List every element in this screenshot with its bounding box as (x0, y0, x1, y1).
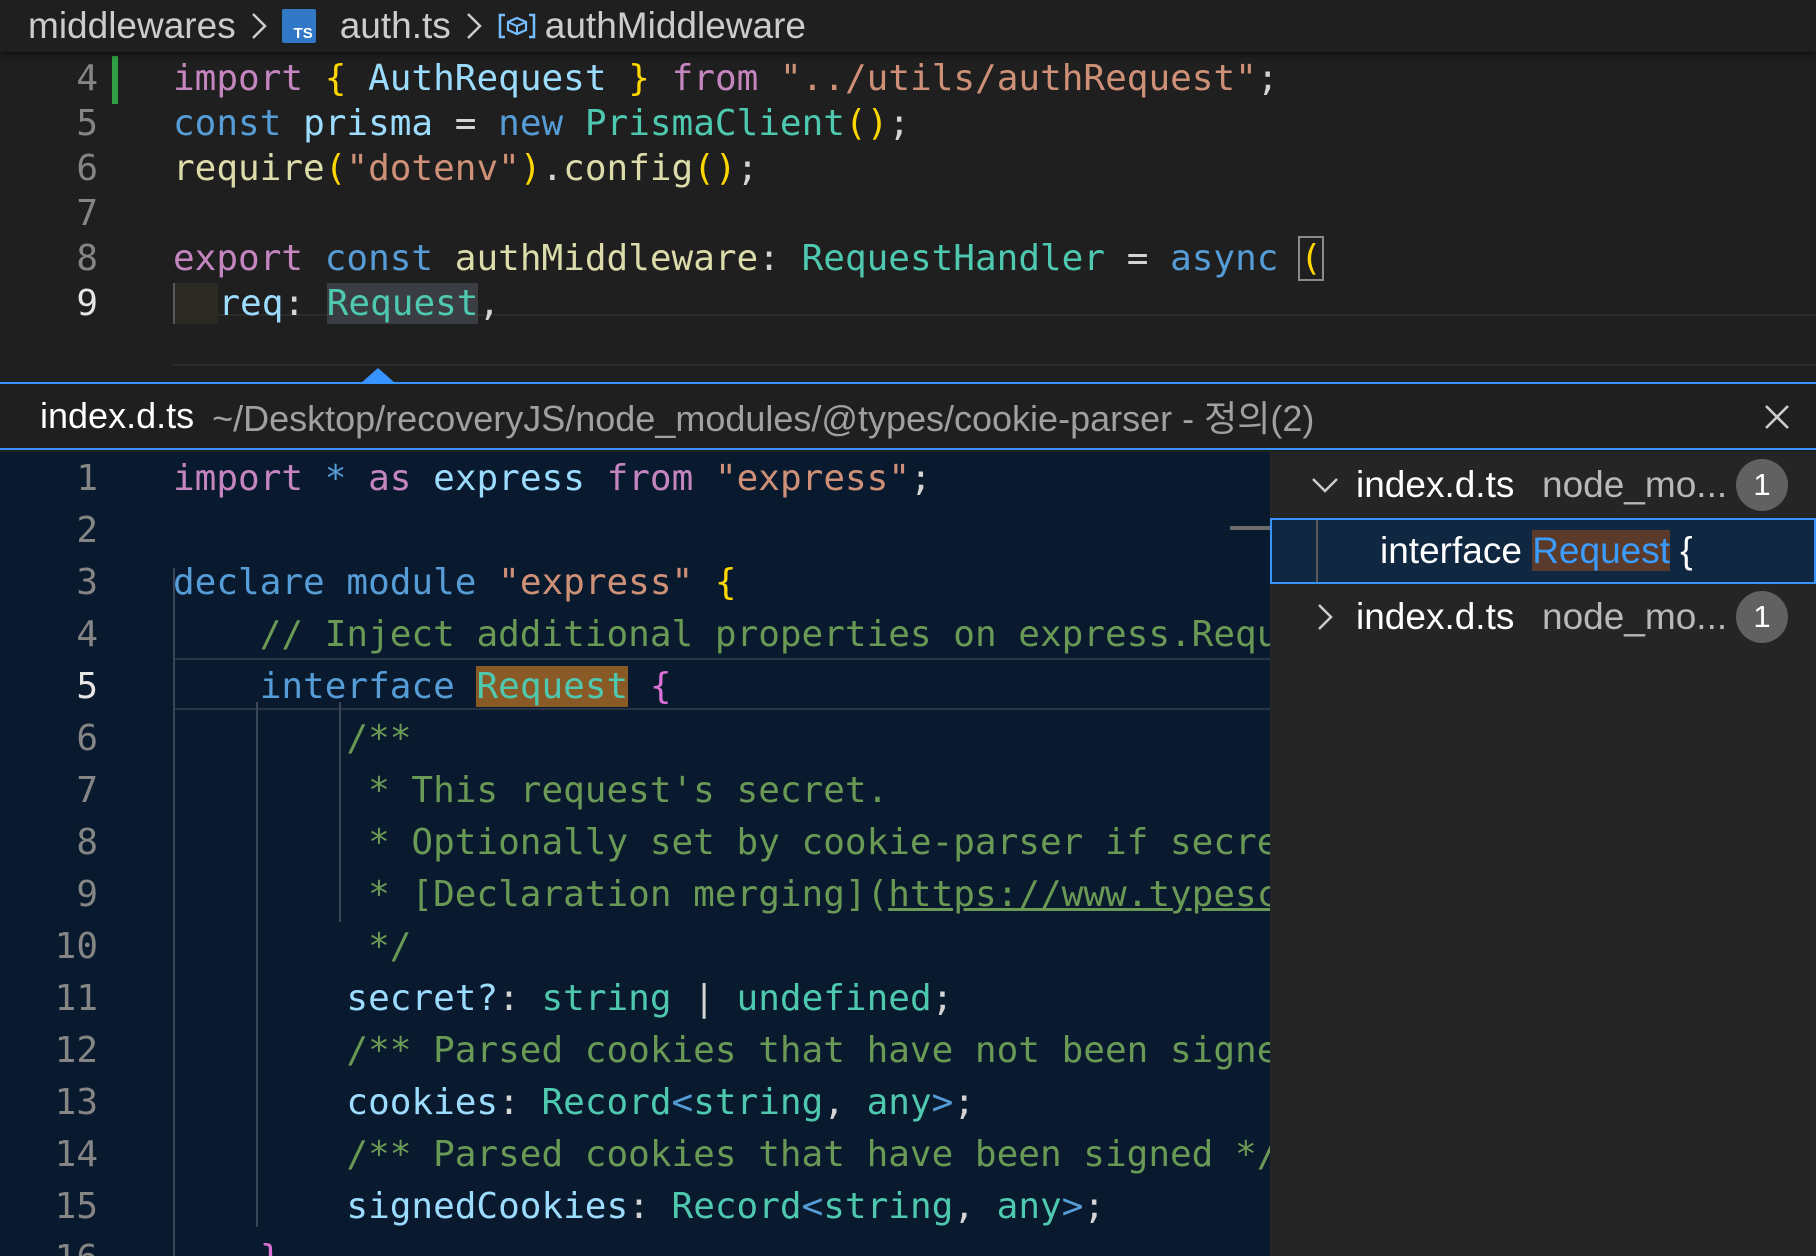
reference-file-name: index.d.ts (1356, 464, 1515, 505)
reference-group[interactable]: index.d.ts node_mo... 1 (1270, 452, 1816, 518)
reference-group[interactable]: index.d.ts node_mo... 1 (1270, 584, 1816, 650)
chevron-down-icon[interactable] (1310, 470, 1340, 500)
line-number: 10 (54, 925, 98, 967)
main-editor[interactable]: 4 import { AuthRequest } from "../utils/… (0, 52, 1816, 382)
line-number: 14 (54, 1133, 98, 1175)
code-line[interactable]: 2 (0, 504, 1270, 556)
line-number: 7 (76, 192, 98, 234)
breadcrumb-folder[interactable]: middlewares (28, 5, 236, 47)
chevron-right-icon (250, 11, 268, 41)
reference-preview: interface Request { (1380, 530, 1693, 571)
peek-header: index.d.ts ~/Desktop/recoveryJS/node_mod… (0, 384, 1816, 450)
code-line[interactable]: 10 */ (0, 920, 1270, 972)
line-number: 15 (54, 1185, 98, 1227)
reference-file-path: node_mo... (1542, 596, 1728, 637)
reference-item[interactable]: interface Request { (1270, 518, 1816, 584)
chevron-right-icon (465, 11, 483, 41)
code-line[interactable]: 9 req: Request, (0, 277, 1816, 329)
code-line[interactable]: 13 cookies: Record<string, any>; (0, 1076, 1270, 1128)
code-line[interactable]: 4 // Inject additional properties on exp… (0, 608, 1270, 660)
reference-count-badge: 1 (1736, 591, 1788, 643)
line-number: 11 (54, 977, 98, 1019)
breadcrumb-symbol[interactable]: authMiddleware (545, 5, 806, 47)
line-number: 4 (76, 613, 98, 655)
code-line[interactable]: 1 import * as express from "express"; (0, 452, 1270, 504)
line-number: 3 (76, 561, 98, 603)
peek-file-title[interactable]: index.d.ts (40, 395, 194, 437)
peek-editor[interactable]: 1 import * as express from "express"; 2 … (0, 452, 1270, 1256)
code-line[interactable]: 3 declare module "express" { (0, 556, 1270, 608)
line-number: 13 (54, 1081, 98, 1123)
peek-references-tree[interactable]: index.d.ts node_mo... 1 interface Reques… (1270, 452, 1816, 1256)
line-number: 6 (76, 147, 98, 189)
code-line[interactable]: 12 /** Parsed cookies that have not been… (0, 1024, 1270, 1076)
line-number: 16 (0, 1238, 98, 1256)
close-icon[interactable] (1760, 400, 1794, 434)
reference-file-path: node_mo... (1542, 464, 1728, 505)
reference-count-badge: 1 (1736, 459, 1788, 511)
line-number: 2 (76, 509, 98, 551)
chevron-right-icon[interactable] (1310, 602, 1340, 632)
code-line[interactable]: 6 /** (0, 712, 1270, 764)
code-line[interactable]: 14 /** Parsed cookies that have been sig… (0, 1128, 1270, 1180)
peek-pointer-arrow (361, 368, 395, 383)
code-line[interactable]: 15 signedCookies: Record<string, any>; (0, 1180, 1270, 1232)
line-number: 8 (76, 237, 98, 279)
peek-file-path: ~/Desktop/recoveryJS/node_modules/@types… (212, 398, 1315, 439)
symbol-variable-icon (497, 11, 537, 41)
doc-link[interactable]: https://www.typescri (888, 874, 1270, 915)
line-number: 6 (76, 717, 98, 759)
line-number: 12 (54, 1029, 98, 1071)
code-line[interactable]: 11 secret?: string | undefined; (0, 972, 1270, 1024)
code-line[interactable]: 7 * This request's secret. (0, 764, 1270, 816)
reference-file-name: index.d.ts (1356, 596, 1515, 637)
code-line[interactable]: 9 * [Declaration merging](https://www.ty… (0, 868, 1270, 920)
line-number: 7 (76, 769, 98, 811)
line-number: 9 (76, 873, 98, 915)
code-line[interactable]: 16 } (0, 1232, 1270, 1256)
breadcrumb-file[interactable]: auth.ts (340, 5, 451, 47)
line-number: 5 (76, 102, 98, 144)
line-number: 1 (76, 457, 98, 499)
typescript-file-icon: TS (281, 9, 316, 43)
breadcrumb: middlewares TS auth.ts authMiddleware (0, 0, 1816, 52)
code-line[interactable]: 5 interface Request { (0, 660, 1270, 712)
line-number: 5 (76, 665, 98, 707)
line-number: 9 (76, 282, 98, 324)
line-number: 8 (76, 821, 98, 863)
tree-indent-guide (1316, 520, 1318, 582)
code-line[interactable]: 8 * Optionally set by cookie-parser if s… (0, 816, 1270, 868)
line-number: 4 (76, 57, 98, 99)
